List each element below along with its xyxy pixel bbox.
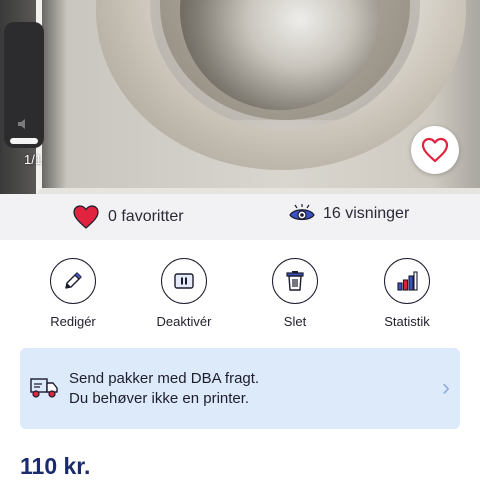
listing-actions: Redigér Deaktivér Slet Statistik [0, 258, 480, 338]
deactivate-button[interactable]: Deaktivér [139, 258, 229, 329]
delete-label: Slet [283, 314, 307, 329]
edit-button-circle[interactable] [50, 258, 96, 304]
listing-price: 110 kr. [20, 453, 91, 479]
pause-icon [174, 273, 194, 289]
favorite-button[interactable] [411, 126, 459, 174]
statistics-button[interactable]: Statistik [362, 258, 452, 329]
views-stat: 16 visninger [289, 204, 409, 224]
shipping-line-2: Du behøver ikke en printer. [69, 390, 250, 407]
deactivate-button-circle[interactable] [161, 258, 207, 304]
shipping-text: Send pakker med DBA fragt. Du behøver ik… [69, 369, 259, 409]
statistics-button-circle[interactable] [384, 258, 430, 304]
bar-chart-icon [397, 271, 418, 291]
favorites-count: 0 favoritter [108, 208, 184, 225]
views-count: 16 visninger [323, 205, 410, 222]
delete-button-circle[interactable] [272, 258, 318, 304]
heart-outline-icon [421, 137, 449, 163]
image-counter: 1/1 [24, 152, 43, 167]
statistics-label: Statistik [384, 314, 430, 329]
eye-icon [289, 204, 315, 221]
trash-icon [286, 271, 304, 291]
edit-label: Redigér [50, 314, 96, 329]
shipping-line-1: Send pakker med DBA fragt. [69, 370, 260, 387]
stats-row: 0 favoritter 16 visninger [0, 194, 480, 240]
chevron-right-icon: › [442, 374, 450, 401]
edit-button[interactable]: Redigér [28, 258, 118, 329]
heart-icon [73, 205, 99, 229]
listing-photo[interactable]: 1/1 [0, 0, 480, 194]
volume-overlay [4, 22, 44, 148]
photo-frame [36, 0, 480, 194]
delivery-truck-icon [30, 378, 58, 398]
favorites-stat: 0 favoritter [72, 204, 184, 230]
speaker-icon [18, 119, 25, 129]
shipping-banner[interactable]: Send pakker med DBA fragt. Du behøver ik… [20, 348, 460, 429]
volume-bar [10, 138, 38, 144]
deactivate-label: Deaktivér [156, 314, 212, 329]
pencil-icon [65, 272, 82, 289]
delete-button[interactable]: Slet [250, 258, 340, 329]
